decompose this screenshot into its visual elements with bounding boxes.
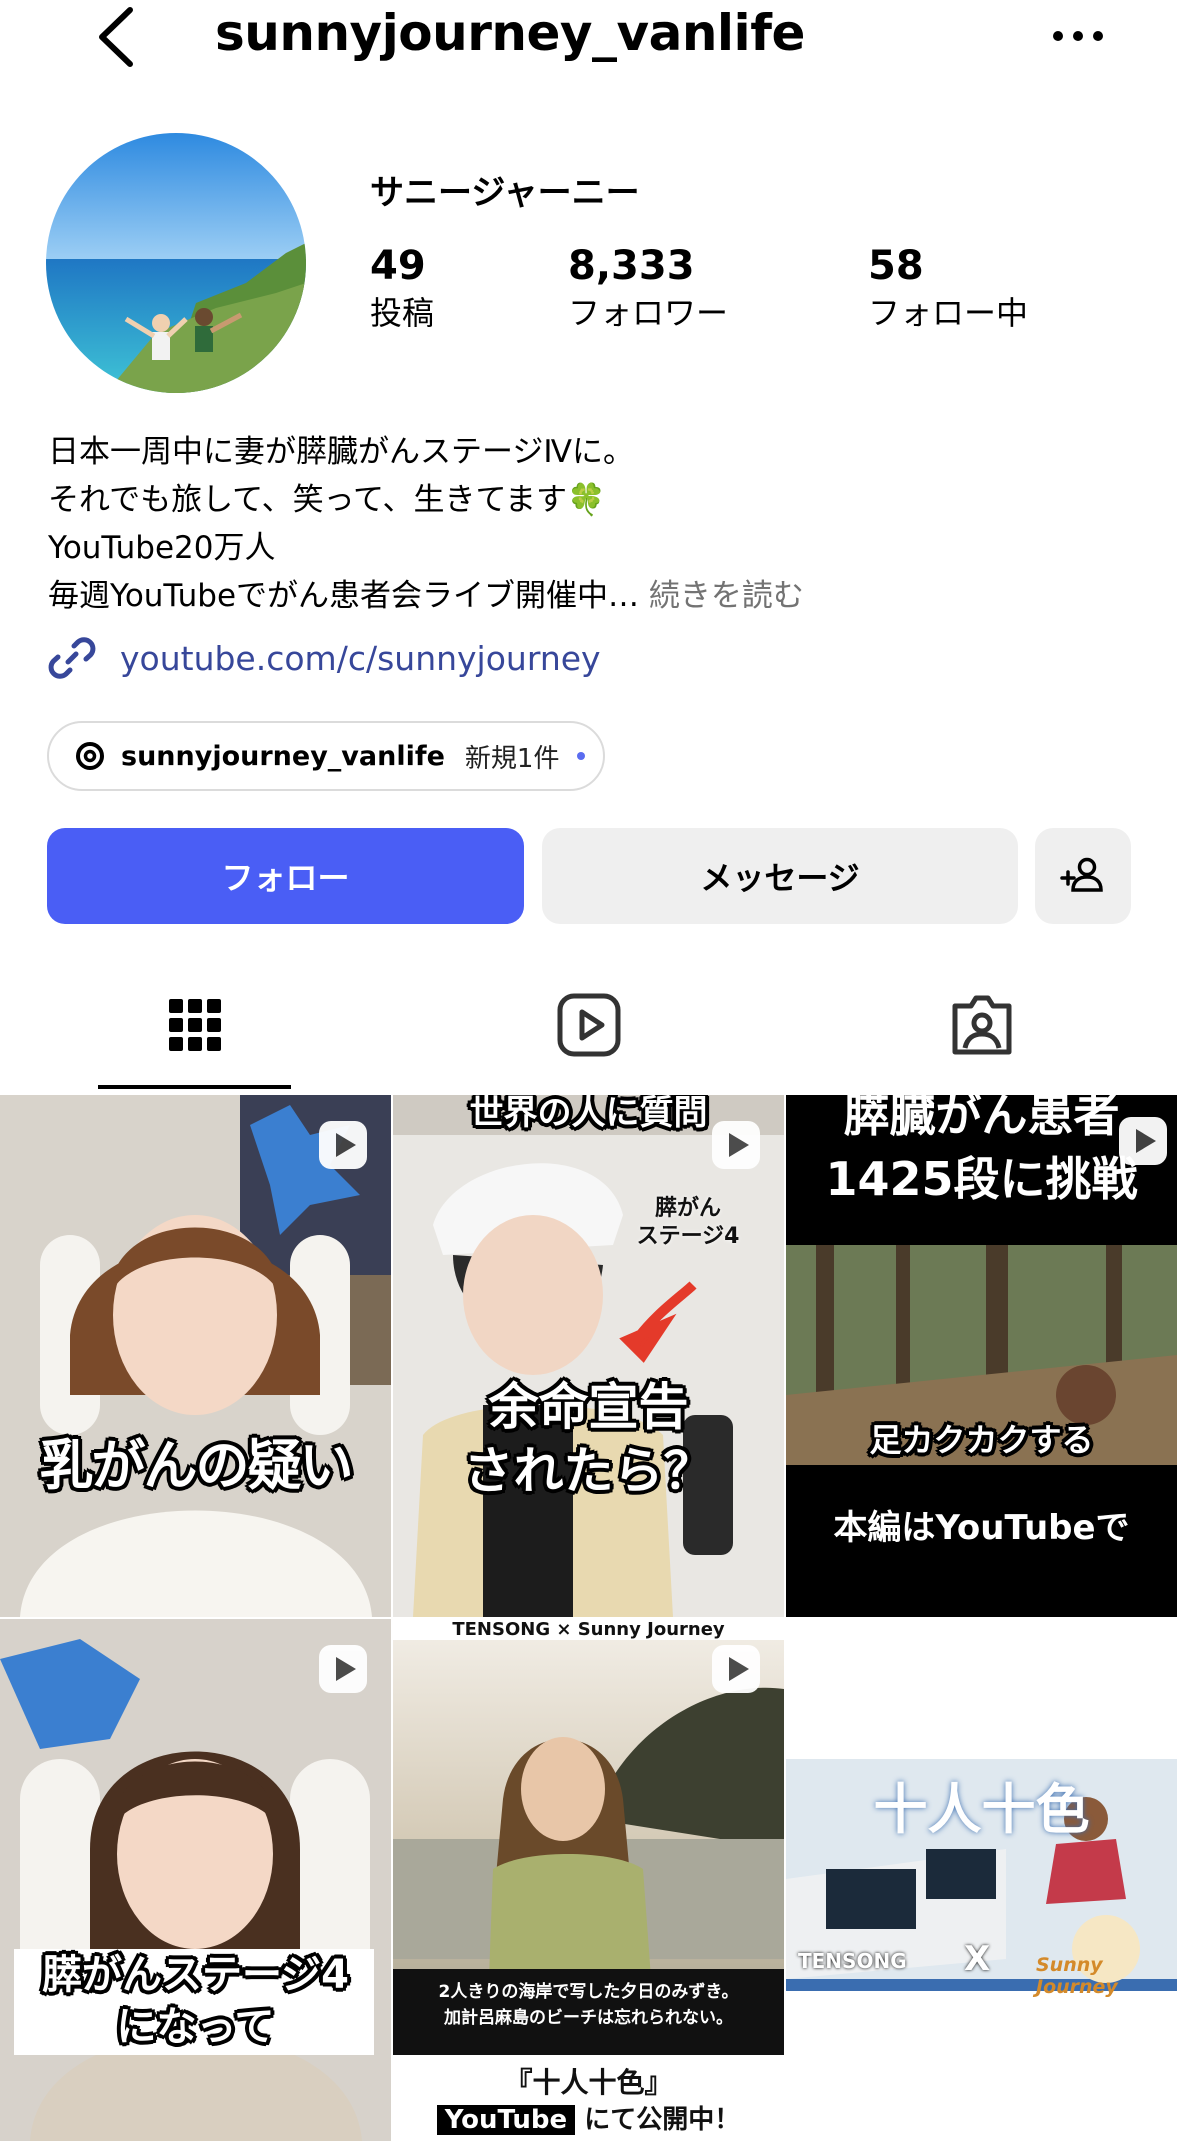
tab-reels[interactable] (554, 990, 624, 1060)
link-icon (48, 637, 96, 679)
post-side-note: 膵がん ステージ4 (636, 1196, 740, 1249)
post-tile[interactable]: 世界の人に質問 膵がん ステージ4 余命宣告 されたら？ (393, 1095, 784, 1617)
stat-followers[interactable]: 8,333 フォロワー (568, 242, 728, 336)
avatar[interactable] (46, 133, 306, 393)
stat-following-label: フォロー中 (868, 294, 1029, 332)
reel-icon (319, 1121, 367, 1169)
new-dot (577, 752, 586, 760)
more-options-icon[interactable] (1048, 16, 1108, 56)
bio: 日本一周中に妻が膵臓がんステージⅣに。 それでも旅して、笑って、生きてます🍀 Y… (48, 428, 1128, 620)
post-tile[interactable]: 膵臓がん患者 1425段に挑戦 足カクカクする 本編はYouTubeで (786, 1095, 1177, 1617)
add-person-icon (1060, 857, 1103, 892)
threads-username: sunnyjourney_vanlife (121, 740, 445, 772)
post-caption: 膵がんステージ4 になって (41, 1952, 350, 2050)
tab-grid[interactable] (160, 990, 230, 1060)
post-caption: 乳がんの疑い (39, 1434, 354, 1497)
youtube-suffix: にて公開中！ (584, 2105, 741, 2135)
threads-badge[interactable]: sunnyjourney_vanlife 新規1件 (47, 721, 605, 791)
top-bar: sunnyjourney_vanlife (0, 0, 1178, 80)
threads-new-count: 新規1件 (464, 743, 560, 774)
bio-line: 日本一周中に妻が膵臓がんステージⅣに。 (48, 434, 634, 470)
tagged-icon (952, 995, 1012, 1055)
stat-following-count: 58 (868, 243, 924, 289)
brand-banner: TENSONG × Sunny Journey (393, 1619, 784, 1640)
reels-icon (557, 993, 621, 1057)
bio-line-text: 毎週YouTubeでがん患者会ライブ開催中… (48, 578, 640, 614)
profile-username: sunnyjourney_vanlife (215, 4, 805, 62)
grid-icon (169, 999, 221, 1051)
post-caption: 余命宣告 されたら？ (463, 1378, 714, 1500)
bio-line: 毎週YouTubeでがん患者会ライブ開催中… 続きを読む (48, 572, 1128, 620)
profile-link-text: youtube.com/c/sunnyjourney (120, 638, 601, 678)
profile-link[interactable]: youtube.com/c/sunnyjourney (46, 632, 601, 684)
post-caption-top: 世界の人に質問 (469, 1095, 708, 1133)
message-button[interactable]: メッセージ (542, 828, 1018, 924)
post-caption-mid: 足カクカクする (869, 1421, 1094, 1459)
post-caption-bottom: 『十人十色』 (504, 2066, 673, 2099)
post-caption-bottom: 本編はYouTubeで (833, 1508, 1130, 1548)
stat-posts-count: 49 (370, 243, 426, 289)
stat-posts[interactable]: 49 投稿 (370, 242, 434, 336)
bio-line: YouTube20万人 (48, 530, 276, 566)
stat-posts-label: 投稿 (370, 294, 435, 332)
stat-followers-label: フォロワー (568, 294, 729, 332)
display-name: サニージャーニー (370, 173, 640, 213)
post-tile[interactable]: 十人十色 TENSONG X Sunny Journey (786, 1619, 1177, 2141)
post-caption-top: 膵臓がん患者 1425段に挑戦 (825, 1095, 1138, 1206)
suggest-people-button[interactable] (1035, 828, 1131, 924)
post-tile[interactable]: TENSONG × Sunny Journey 2人きりの海岸で写した夕日のみず… (393, 1619, 784, 2141)
reel-icon (319, 1645, 367, 1693)
post-caption-small: 2人きりの海岸で写した夕日のみずき。 加計呂麻島のビーチは忘れられない。 (438, 1982, 739, 2028)
post-tile[interactable]: 乳がんの疑い (0, 1095, 391, 1617)
tab-tagged[interactable] (947, 990, 1017, 1060)
youtube-label: YouTube (436, 2105, 576, 2135)
reel-icon (712, 1645, 760, 1693)
brand-left: TENSONG (798, 1949, 907, 1973)
follow-button[interactable]: フォロー (47, 828, 524, 924)
bio-line: それでも旅して、笑って、生きてます🍀 (48, 482, 606, 518)
stat-following[interactable]: 58 フォロー中 (868, 242, 1028, 336)
youtube-line: YouTube にて公開中！ (393, 2099, 784, 2136)
brand-x: X (964, 1939, 991, 1979)
post-caption: 十人十色 (873, 1778, 1090, 1841)
threads-icon (76, 742, 104, 770)
read-more-link[interactable]: 続きを読む (649, 578, 804, 614)
back-icon[interactable] (90, 4, 144, 70)
active-tab-indicator (98, 1085, 291, 1089)
post-tile[interactable]: 膵がんステージ4 になって (0, 1619, 391, 2141)
brand-right: Sunny Journey (1036, 1954, 1118, 1998)
stat-followers-count: 8,333 (568, 243, 695, 289)
